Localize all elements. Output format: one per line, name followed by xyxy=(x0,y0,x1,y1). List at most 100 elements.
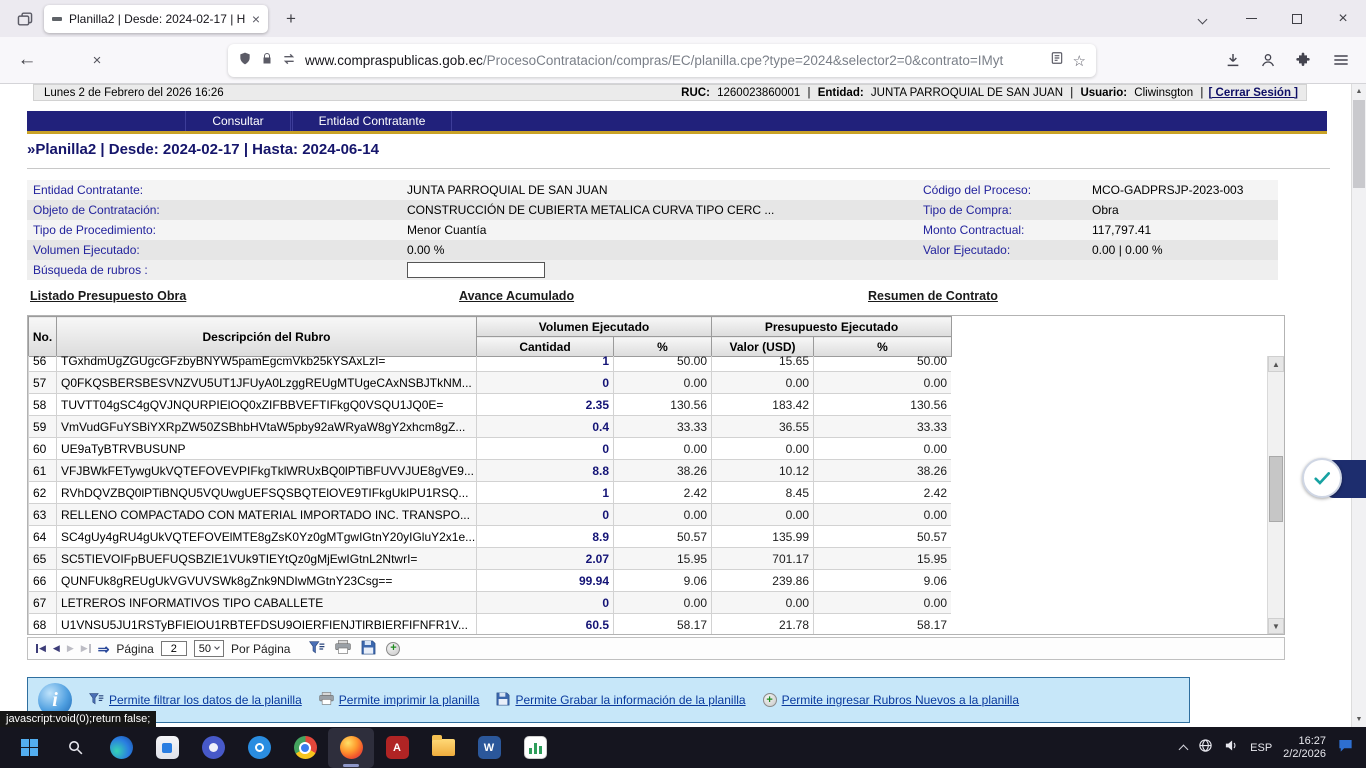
url-bar[interactable]: www.compraspublicas.gob.ec/ProcesoContra… xyxy=(228,44,1096,77)
network-icon[interactable] xyxy=(1198,738,1213,758)
taskbar-app-store[interactable] xyxy=(144,728,190,768)
first-page-button[interactable]: ◀ xyxy=(36,643,46,654)
cell-cantidad[interactable]: 8.9 xyxy=(477,526,614,548)
menu-item-consultar[interactable]: Consultar xyxy=(185,111,291,131)
rubros-grid: No. Descripción del Rubro Volumen Ejecut… xyxy=(27,315,1285,635)
cell-cantidad[interactable]: 0 xyxy=(477,372,614,394)
filter-icon xyxy=(89,693,104,708)
taskbar-app-acrobat[interactable]: A xyxy=(374,728,420,768)
table-row[interactable]: 59 VmVudGFuYSBiYXRpZW50ZSBhbHVtaW5pby92a… xyxy=(29,416,952,438)
legend-filter-text[interactable]: Permite filtrar los datos de la planilla xyxy=(109,693,302,707)
cell-cantidad[interactable]: 0.4 xyxy=(477,416,614,438)
new-tab-button[interactable]: + xyxy=(278,9,304,29)
link-resumen-de-contrato[interactable]: Resumen de Contrato xyxy=(868,289,998,303)
cerrar-sesion-link[interactable]: [ Cerrar Sesión ] xyxy=(1209,87,1298,99)
filter-icon[interactable] xyxy=(309,641,325,657)
table-row[interactable]: 67 LETREROS INFORMATIVOS TIPO CABALLETE … xyxy=(29,592,952,614)
table-row[interactable]: 68 U1VNSU5JU1RSTyBFIElOU1RBTEFDSU9OIERFI… xyxy=(29,614,952,635)
taskbar-app-firefox[interactable] xyxy=(328,728,374,768)
grid-scrollbar[interactable]: ▲ ▼ xyxy=(1267,356,1284,634)
firefox-view-button[interactable] xyxy=(10,6,40,32)
cell-cantidad[interactable]: 2.35 xyxy=(477,394,614,416)
page-number-input[interactable] xyxy=(161,641,187,656)
volume-icon[interactable] xyxy=(1224,739,1239,757)
last-page-button[interactable]: ▶ xyxy=(81,643,91,654)
next-page-button[interactable]: ▶ xyxy=(67,643,74,654)
back-button[interactable]: ← xyxy=(12,45,42,75)
taskbar-app-edge[interactable] xyxy=(98,728,144,768)
reader-mode-icon[interactable] xyxy=(1050,51,1064,70)
link-listado-presupuesto-obra[interactable]: Listado Presupuesto Obra xyxy=(30,289,186,303)
table-row[interactable]: 62 RVhDQVZBQ0lPTiBNQU5VQUwgUEFSQSBQTElOV… xyxy=(29,482,952,504)
scroll-up-icon[interactable]: ▲ xyxy=(1268,356,1284,372)
page-size-select[interactable]: 50 xyxy=(194,640,224,657)
taskbar-app-teams[interactable] xyxy=(190,728,236,768)
accessibility-widget[interactable] xyxy=(1302,456,1366,502)
taskbar-clock[interactable]: 16:27 2/2/2026 xyxy=(1283,735,1326,761)
table-row[interactable]: 66 QUNFUk8gREUgUkVGVUVSWk8gZnk9NDIwMGtnY… xyxy=(29,570,952,592)
link-avance-acumulado[interactable]: Avance Acumulado xyxy=(459,289,574,303)
table-row[interactable]: 56 TGxhdmUgZGUgcGFzbyBNYW5pamEgcmVkb25kY… xyxy=(29,356,952,372)
print-icon[interactable] xyxy=(335,640,351,657)
bookmark-star-icon[interactable]: ☆ xyxy=(1073,52,1086,70)
rubros-search-input[interactable] xyxy=(407,262,545,278)
page-scrollbar[interactable]: ▲ ▼ xyxy=(1351,84,1366,727)
cell-descripcion: SC4gUy4gRU4gUkVQTEFOVElMTE8gZsK0Yz0gMTgw… xyxy=(57,526,477,548)
legend-print-text[interactable]: Permite imprimir la planilla xyxy=(339,693,480,707)
start-button[interactable] xyxy=(6,728,52,768)
table-row[interactable]: 58 TUVTT04gSC4gQVJNQURPIElOQ0xZIFBBVEFTI… xyxy=(29,394,952,416)
lock-icon[interactable] xyxy=(261,52,273,70)
add-rubro-icon[interactable]: + xyxy=(386,642,400,656)
page-scrollbar-thumb[interactable] xyxy=(1353,100,1365,188)
language-indicator[interactable]: ESP xyxy=(1250,742,1272,754)
cell-cantidad[interactable]: 0 xyxy=(477,592,614,614)
cell-cantidad[interactable]: 2.07 xyxy=(477,548,614,570)
minimize-button[interactable] xyxy=(1228,0,1274,37)
table-row[interactable]: 64 SC4gUy4gRU4gUkVQTEFOVElMTE8gZsK0Yz0gM… xyxy=(29,526,952,548)
tray-overflow-chevron-icon[interactable] xyxy=(1179,745,1189,755)
cell-cantidad[interactable]: 0 xyxy=(477,438,614,460)
cell-cantidad[interactable]: 60.5 xyxy=(477,614,614,635)
search-button[interactable] xyxy=(52,728,98,768)
taskbar-app-word[interactable]: W xyxy=(466,728,512,768)
cell-cantidad[interactable]: 1 xyxy=(477,482,614,504)
search-label: Búsqueda de rubros : xyxy=(27,263,407,277)
notifications-icon[interactable] xyxy=(1337,738,1354,758)
legend-add-text[interactable]: Permite ingresar Rubros Nuevos a la plan… xyxy=(782,693,1019,707)
shield-icon[interactable] xyxy=(238,51,252,71)
cell-cantidad[interactable]: 1 xyxy=(477,356,614,372)
cell-cantidad[interactable]: 8.8 xyxy=(477,460,614,482)
close-window-button[interactable]: × xyxy=(1320,0,1366,37)
tab-close-icon[interactable]: × xyxy=(252,12,260,26)
table-row[interactable]: 60 UE9aTyBTRVBUSUNP 0 0.00 0.00 0.00 xyxy=(29,438,952,460)
cell-cantidad[interactable]: 99.94 xyxy=(477,570,614,592)
legend-save-text[interactable]: Permite Grabar la información de la plan… xyxy=(515,693,745,707)
taskbar-app-chrome[interactable] xyxy=(282,728,328,768)
scroll-down-icon[interactable]: ▼ xyxy=(1268,618,1284,634)
table-row[interactable]: 65 SC5TIEVOIFpBUEFUQSBZIE1VUk9TIEYtQz0gM… xyxy=(29,548,952,570)
taskbar-app-file-explorer[interactable] xyxy=(420,728,466,768)
maximize-button[interactable] xyxy=(1274,0,1320,37)
scroll-up-icon[interactable]: ▲ xyxy=(1352,84,1366,99)
hamburger-menu-icon[interactable] xyxy=(1326,45,1356,75)
table-row[interactable]: 57 Q0FKQSBERSBESVNZVU5UT1JFUyA0LzggREUgM… xyxy=(29,372,952,394)
taskbar-app-outlook[interactable] xyxy=(236,728,282,768)
scroll-down-icon[interactable]: ▼ xyxy=(1352,712,1366,727)
permissions-icon[interactable] xyxy=(282,52,296,70)
save-icon[interactable] xyxy=(361,640,376,658)
table-row[interactable]: 63 RELLENO COMPACTADO CON MATERIAL IMPOR… xyxy=(29,504,952,526)
cell-cantidad[interactable]: 0 xyxy=(477,504,614,526)
grid-scrollbar-thumb[interactable] xyxy=(1269,456,1283,522)
browser-tab[interactable]: Planilla2 | Desde: 2024-02-17 | Hasta: 2… xyxy=(44,5,268,33)
downloads-icon[interactable] xyxy=(1218,45,1248,75)
prev-page-button[interactable]: ◀ xyxy=(53,643,60,654)
table-row[interactable]: 61 VFJBWkFETywgUkVQTEFOVEVPIFkgTklWRUxBQ… xyxy=(29,460,952,482)
go-to-page-icon[interactable]: ⇒ xyxy=(98,642,110,656)
account-icon[interactable] xyxy=(1253,45,1283,75)
stop-reload-button[interactable]: × xyxy=(82,45,112,75)
taskbar-app-excel[interactable] xyxy=(512,728,558,768)
cell-volumen-pct: 38.26 xyxy=(614,460,712,482)
tab-list-chevron-icon[interactable] xyxy=(1193,4,1212,34)
menu-item-entidad-contratante[interactable]: Entidad Contratante xyxy=(292,111,452,131)
extensions-puzzle-icon[interactable] xyxy=(1288,45,1318,75)
